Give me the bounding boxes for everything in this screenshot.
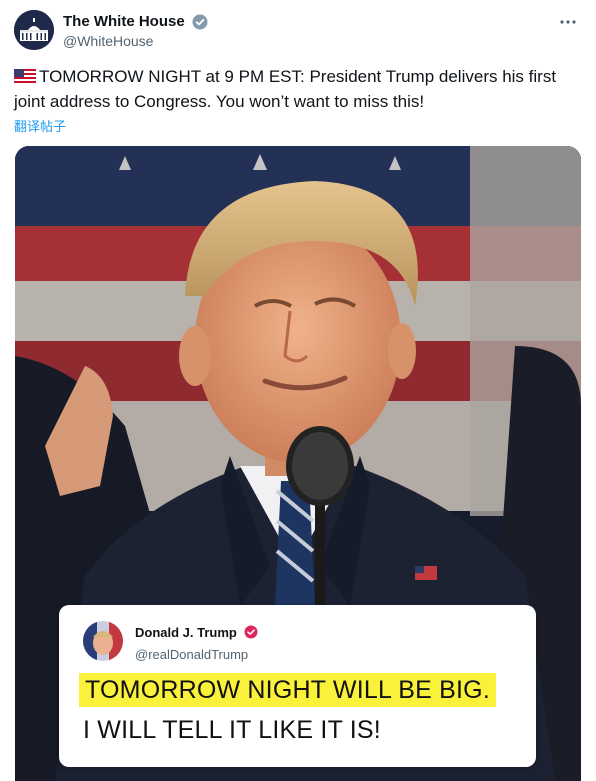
tweet-body: TOMORROW NIGHT at 9 PM EST: President Tr…	[14, 64, 574, 114]
embedded-post-card: Donald J. Trump @realDonaldTrump TOMORRO…	[59, 605, 536, 767]
tweet-text: TOMORROW NIGHT at 9 PM EST: President Tr…	[14, 67, 557, 111]
verified-badge-icon	[244, 625, 258, 639]
white-house-avatar[interactable]	[14, 10, 54, 50]
display-name[interactable]: The White House	[63, 12, 185, 31]
tweet-header: The White House @WhiteHouse	[14, 10, 584, 54]
verified-badge-icon	[192, 14, 208, 29]
tweet-media-image[interactable]: Donald J. Trump @realDonaldTrump TOMORRO…	[15, 146, 581, 781]
user-handle[interactable]: @WhiteHouse	[63, 32, 208, 50]
translate-post-link[interactable]: 翻译帖子	[14, 116, 66, 135]
embedded-highlighted-text: TOMORROW NIGHT WILL BE BIG.	[79, 673, 496, 707]
embedded-handle: @realDonaldTrump	[135, 647, 249, 662]
trump-avatar	[83, 621, 123, 661]
embedded-text: I WILL TELL IT LIKE IT IS!	[83, 716, 381, 744]
more-options-icon[interactable]	[556, 10, 580, 34]
us-flag-icon	[14, 69, 36, 83]
embedded-display-name: Donald J. Trump	[135, 625, 237, 640]
